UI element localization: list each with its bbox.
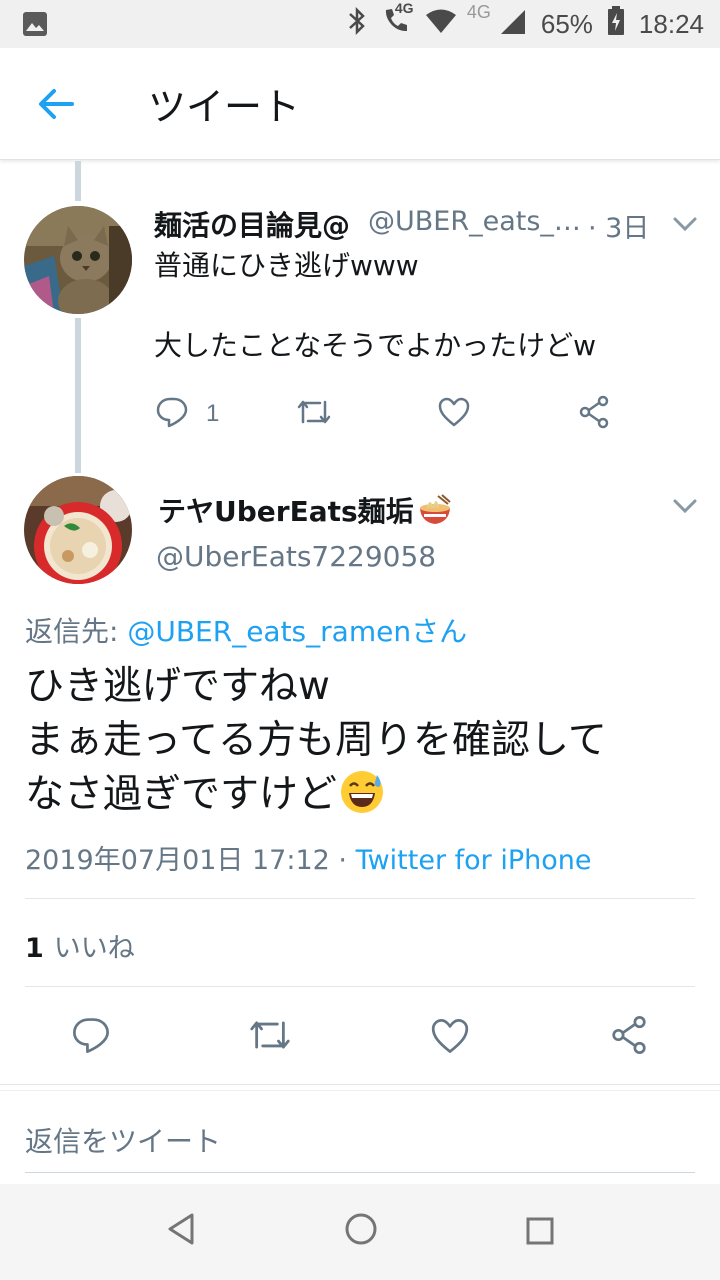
image-notification-icon [22, 11, 48, 41]
signal-icon: 4G [467, 2, 527, 43]
reply-to-line: 返信先: @UBER_eats_ramenさん [25, 610, 467, 650]
heart-icon [438, 397, 470, 431]
parent-like-button[interactable] [438, 397, 470, 431]
main-tweet-author-handle[interactable]: @UberEats7229058 [156, 540, 436, 573]
main-share-button[interactable] [610, 1015, 648, 1059]
likes-label: いいね [53, 933, 135, 964]
grinning-sweat-emoji-icon [339, 769, 385, 830]
main-tweet-author-name[interactable]: テヤUberEats麺垢 [158, 490, 452, 533]
main-tweet-line-1: ひき逃げですねw [25, 664, 330, 709]
parent-reply-count: 1 [206, 400, 220, 427]
reply-icon [72, 1016, 110, 1058]
signal-4g-label: 4G [466, 1, 491, 22]
divider-top [25, 898, 695, 899]
parent-share-button[interactable] [578, 395, 610, 433]
likes-summary[interactable]: 1 いいね [25, 926, 135, 965]
battery-icon [607, 5, 625, 43]
main-tweet-line-3: なさ過ぎですけど [25, 768, 705, 830]
tweet-meta: 2019年07月01日 17:12 · Twitter for iPhone [25, 838, 592, 877]
page-title: ツイート [148, 85, 301, 129]
avatar-cat[interactable] [24, 206, 132, 314]
app-bar: ツイート [0, 48, 720, 160]
divider-bottom-shadow [0, 1090, 720, 1091]
nav-recents-icon[interactable] [526, 1217, 554, 1249]
parent-tweet-author-handle[interactable]: @UBER_eats_… [368, 206, 578, 237]
call-4g-label: 4G [394, 0, 414, 16]
system-nav-bar [0, 1184, 720, 1280]
reply-to-label: 返信先: [25, 615, 119, 648]
back-arrow-icon[interactable] [36, 84, 76, 124]
retweet-icon [296, 398, 332, 430]
parent-tweet-time[interactable]: · 3日 [588, 206, 649, 245]
status-bar: 4G 4G 65% 18:24 [0, 0, 720, 48]
main-reply-button[interactable] [72, 1016, 110, 1058]
parent-retweet-button[interactable] [296, 398, 332, 430]
reply-to-mention-link[interactable]: @UBER_eats_ramenさん [127, 615, 467, 648]
main-retweet-button[interactable] [248, 1018, 292, 1056]
wifi-icon [425, 8, 457, 41]
reply-input-underline [25, 1172, 695, 1173]
share-icon [610, 1015, 648, 1059]
bluetooth-icon [347, 6, 367, 43]
parent-reply-button[interactable]: 1 [156, 396, 219, 432]
main-tweet-line-3-text: なさ過ぎですけど [25, 772, 338, 817]
reply-tweet-input[interactable]: 返信をツイート [25, 1120, 221, 1160]
tweet-client-link[interactable]: Twitter for iPhone [356, 845, 592, 876]
share-icon [578, 395, 610, 433]
nav-home-icon[interactable] [344, 1212, 378, 1250]
heart-icon [430, 1018, 470, 1058]
avatar-ramen[interactable] [24, 476, 132, 584]
parent-tweet-text: 普通にひき逃げwww 大したことなそうでよかったけどw [154, 249, 597, 362]
main-tweet-text: ひき逃げですねw まぁ走ってる方も周りを確認して なさ過ぎですけど [25, 660, 705, 830]
tweet-date: 2019年07月01日 17:12 · [25, 845, 356, 876]
retweet-icon [248, 1018, 292, 1056]
main-tweet-line-2: まぁ走ってる方も周りを確認して [25, 718, 607, 763]
likes-count: 1 [25, 933, 44, 964]
thread-line-top [75, 161, 81, 201]
thread-line-connector [75, 318, 81, 473]
ramen-bowl-icon [418, 493, 452, 533]
parent-tweet-author-name[interactable]: 麺活の目論見@ [154, 204, 350, 244]
clock: 18:24 [638, 8, 704, 39]
nav-back-icon[interactable] [166, 1212, 196, 1250]
main-tweet-author-name-text: テヤUberEats麺垢 [158, 495, 414, 528]
reply-icon [156, 396, 188, 432]
battery-percent: 65% [540, 8, 593, 39]
main-tweet-menu-chevron-down-icon[interactable] [672, 498, 698, 514]
call-4g-icon: 4G [381, 0, 414, 43]
parent-tweet-menu-chevron-down-icon[interactable] [672, 216, 698, 232]
main-like-button[interactable] [430, 1018, 470, 1058]
divider-middle [25, 986, 695, 987]
divider-bottom [0, 1084, 720, 1085]
